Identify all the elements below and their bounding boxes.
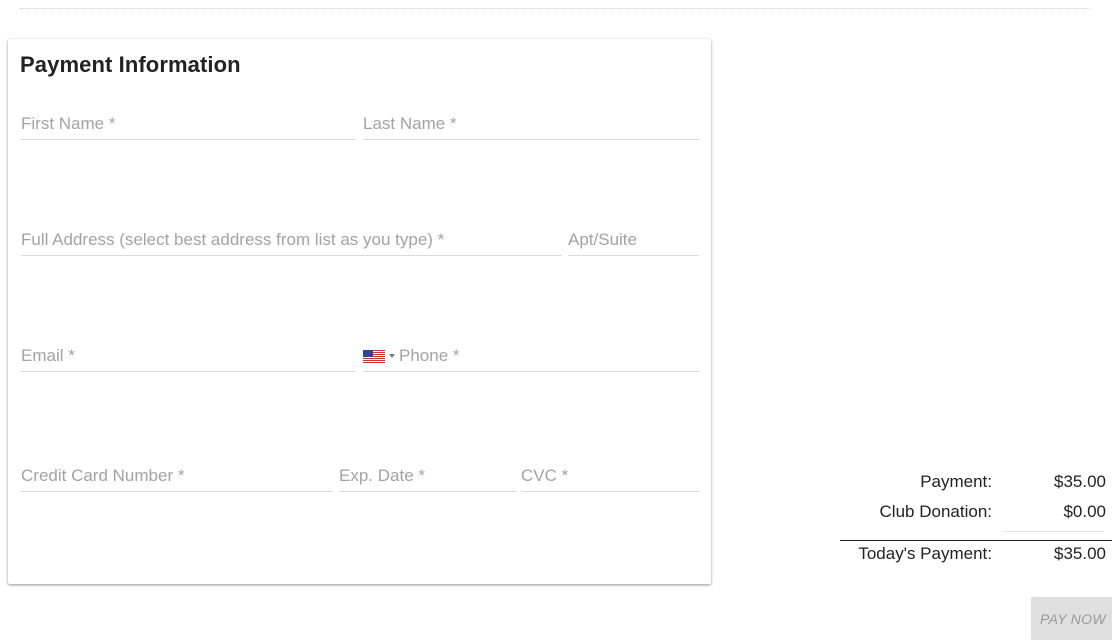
payment-label: Payment: bbox=[920, 472, 992, 491]
todays-payment-label: Today's Payment: bbox=[858, 544, 992, 563]
donation-underline bbox=[1004, 531, 1104, 532]
chevron-down-icon bbox=[389, 354, 395, 358]
full-address-field[interactable] bbox=[21, 225, 562, 256]
payment-information-card: Payment Information bbox=[8, 39, 711, 584]
card-number-field[interactable] bbox=[21, 461, 333, 492]
email-field[interactable] bbox=[21, 341, 356, 372]
apt-suite-input[interactable] bbox=[568, 230, 699, 250]
payment-value: $35.00 bbox=[1054, 472, 1106, 491]
phone-field[interactable] bbox=[363, 341, 699, 372]
first-name-input[interactable] bbox=[21, 114, 356, 134]
top-divider bbox=[20, 8, 1090, 9]
country-selector[interactable] bbox=[363, 349, 395, 363]
last-name-input[interactable] bbox=[363, 114, 699, 134]
cvc-input[interactable] bbox=[521, 466, 699, 486]
us-flag-icon bbox=[363, 349, 385, 363]
card-title: Payment Information bbox=[20, 52, 241, 77]
club-donation-label: Club Donation: bbox=[879, 502, 992, 521]
club-donation-value: $0.00 bbox=[1063, 502, 1106, 521]
total-rule bbox=[840, 540, 1112, 541]
todays-payment-value: $35.00 bbox=[1054, 544, 1106, 563]
email-input[interactable] bbox=[21, 346, 356, 366]
last-name-field[interactable] bbox=[363, 109, 699, 140]
pay-now-button[interactable]: PAY NOW bbox=[1031, 597, 1112, 640]
card-number-input[interactable] bbox=[21, 466, 333, 486]
phone-input[interactable] bbox=[399, 346, 699, 366]
cvc-field[interactable] bbox=[521, 461, 699, 492]
apt-suite-field[interactable] bbox=[568, 225, 699, 256]
exp-date-input[interactable] bbox=[339, 466, 517, 486]
first-name-field[interactable] bbox=[21, 109, 356, 140]
payment-page: Payment Information First Name * Last Na… bbox=[0, 0, 1112, 641]
exp-date-field[interactable] bbox=[339, 461, 517, 492]
full-address-input[interactable] bbox=[21, 230, 562, 250]
